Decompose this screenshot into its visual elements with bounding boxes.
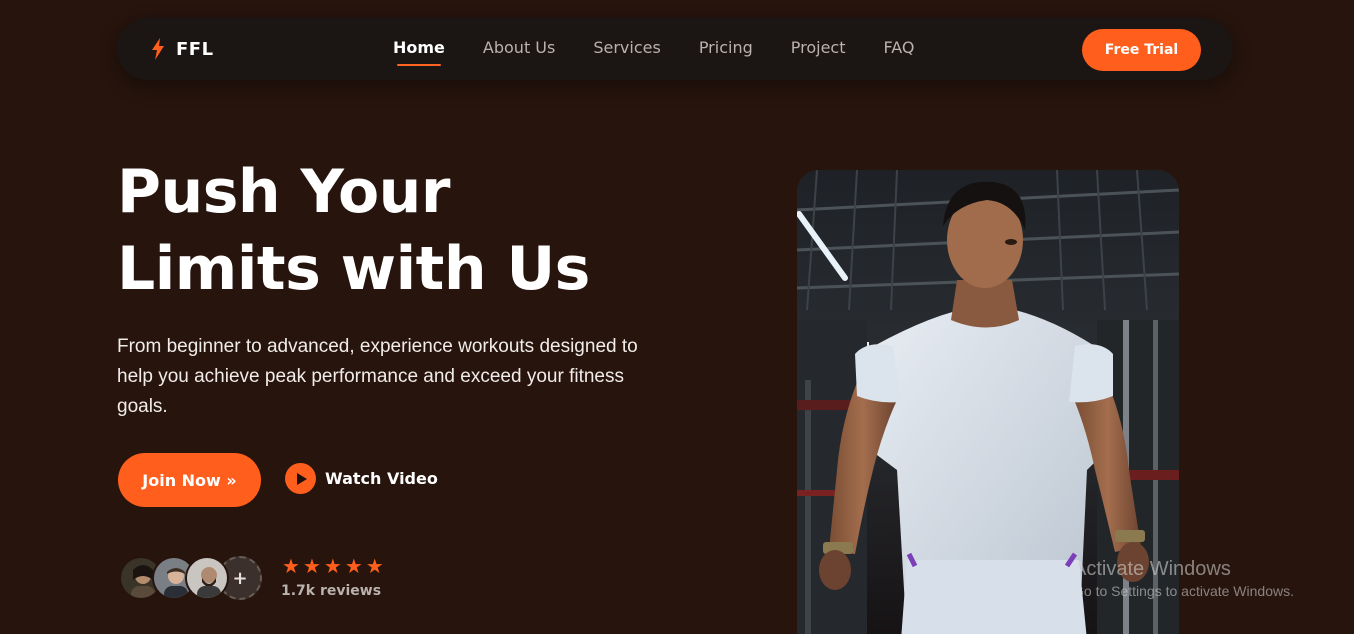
nav-link-faq[interactable]: FAQ [884,38,915,57]
join-now-button[interactable]: Join Now » [118,453,261,507]
star-icon: ★ [344,554,363,578]
top-navbar: FFL Home About Us Services Pricing Proje… [117,18,1233,80]
hero-description: From beginner to advanced, experience wo… [117,336,638,417]
member-avatars: + [119,556,262,600]
nav-link-services[interactable]: Services [593,38,660,57]
free-trial-button[interactable]: Free Trial [1082,29,1201,71]
nav-link-home[interactable]: Home [393,38,445,66]
watch-video-button[interactable]: Watch Video [285,463,438,494]
nav-link-about[interactable]: About Us [483,38,555,57]
play-icon [285,463,316,494]
watch-video-label: Watch Video [325,469,438,488]
star-icon: ★ [282,554,300,578]
hero-title-line-2: Limits with Us [117,234,590,304]
star-icon: ★ [302,554,321,578]
reviews-count: 1.7k reviews [281,583,382,599]
brand-logo[interactable]: FFL [150,38,214,60]
nav-link-pricing[interactable]: Pricing [699,38,753,57]
avatar [185,556,229,600]
nav-links: Home About Us Services Pricing Project F… [393,38,953,66]
nav-link-project[interactable]: Project [791,38,846,57]
star-icon: ★ [323,554,342,578]
bolt-icon [152,38,164,60]
star-icon: ★ [365,554,384,578]
brand-name: FFL [176,38,214,60]
hero-title: Push Your Limits with Us [117,154,717,308]
rating-stars: ★ ★ ★ ★ ★ [282,555,384,577]
hero-title-line-1: Push Your [117,157,450,227]
hero-image [797,170,1179,634]
